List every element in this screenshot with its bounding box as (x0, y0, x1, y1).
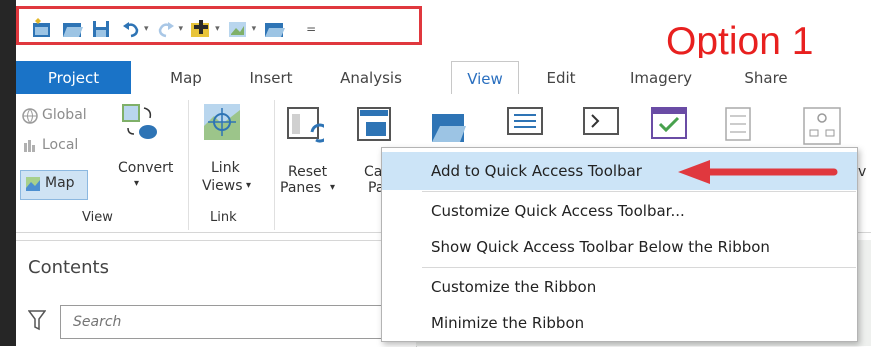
annotation-option-label: Option 1 (666, 20, 814, 63)
globe-icon (22, 108, 38, 124)
link-views-label-line1[interactable]: Link (211, 160, 240, 176)
convert-icon (122, 104, 157, 139)
tab-map[interactable]: Map (156, 62, 216, 94)
map-label: Map (45, 175, 75, 191)
search-input[interactable] (61, 306, 419, 338)
tab-share[interactable]: Share (731, 62, 801, 94)
contents-title: Contents (28, 257, 109, 278)
catalog-pane-icon (357, 107, 391, 141)
map-button[interactable]: Map (20, 170, 88, 200)
group-separator (274, 100, 275, 230)
local-scene-icon (24, 140, 35, 152)
ribbon-tabs: Project Map Insert Analysis View Edit Im… (16, 58, 871, 96)
tab-analysis[interactable]: Analysis (326, 62, 416, 94)
attributes-pane-icon (507, 107, 543, 135)
reset-panes-label-line2[interactable]: Panes (280, 180, 321, 196)
tab-edit[interactable]: Edit (531, 62, 591, 94)
tab-view[interactable]: View (451, 61, 519, 96)
menu-item-label: Minimize the Ribbon (431, 314, 585, 332)
contents-pane: Contents (16, 240, 420, 347)
convert-button[interactable]: Convert (118, 160, 173, 176)
menu-item-customize-qat[interactable]: Customize Quick Access Toolbar... (382, 192, 857, 230)
python-window-icon (583, 107, 619, 135)
window-edge (0, 0, 16, 346)
menu-item-customize-ribbon[interactable]: Customize the Ribbon (382, 268, 857, 306)
tab-project[interactable]: Project (16, 61, 131, 94)
reset-panes-dropdown-icon[interactable]: ▾ (330, 182, 335, 193)
local-button[interactable]: Local (42, 137, 78, 153)
group-separator (188, 100, 189, 230)
tasks-pane-icon (651, 107, 687, 139)
filter-icon[interactable] (28, 309, 46, 331)
folder-view-icon (432, 114, 466, 142)
group-label-view: View (82, 210, 113, 225)
checklist-icon (725, 107, 751, 141)
convert-dropdown-icon[interactable]: ▾ (134, 178, 139, 189)
model-builder-icon (803, 107, 841, 145)
annotation-highlight-box (16, 6, 422, 45)
arcgis-pro-window: ▾ ▾ ▾ ▾ = Option 1 Project Map Insert An… (0, 0, 871, 347)
partial-right-label: v (858, 164, 867, 180)
menu-item-label: Customize the Ribbon (431, 278, 597, 296)
link-views-dropdown-icon[interactable]: ▾ (246, 180, 251, 191)
global-button[interactable]: Global (42, 107, 87, 123)
menu-item-show-qat-below[interactable]: Show Quick Access Toolbar Below the Ribb… (382, 228, 857, 266)
link-views-label-line2[interactable]: Views (202, 178, 243, 194)
search-box (60, 305, 420, 339)
tab-insert[interactable]: Insert (236, 62, 306, 94)
map-icon (26, 177, 40, 191)
reset-panes-icon (287, 107, 324, 143)
annotation-arrow-icon (678, 160, 838, 184)
menu-item-label: Customize Quick Access Toolbar... (431, 202, 685, 220)
menu-item-minimize-ribbon[interactable]: Minimize the Ribbon (382, 304, 857, 342)
group-label-link: Link (210, 210, 237, 225)
menu-item-label: Add to Quick Access Toolbar (431, 162, 642, 180)
reset-panes-label-line1[interactable]: Reset (288, 164, 327, 180)
link-views-icon (204, 104, 240, 140)
menu-item-label: Show Quick Access Toolbar Below the Ribb… (431, 238, 770, 256)
tab-imagery[interactable]: Imagery (616, 62, 706, 94)
